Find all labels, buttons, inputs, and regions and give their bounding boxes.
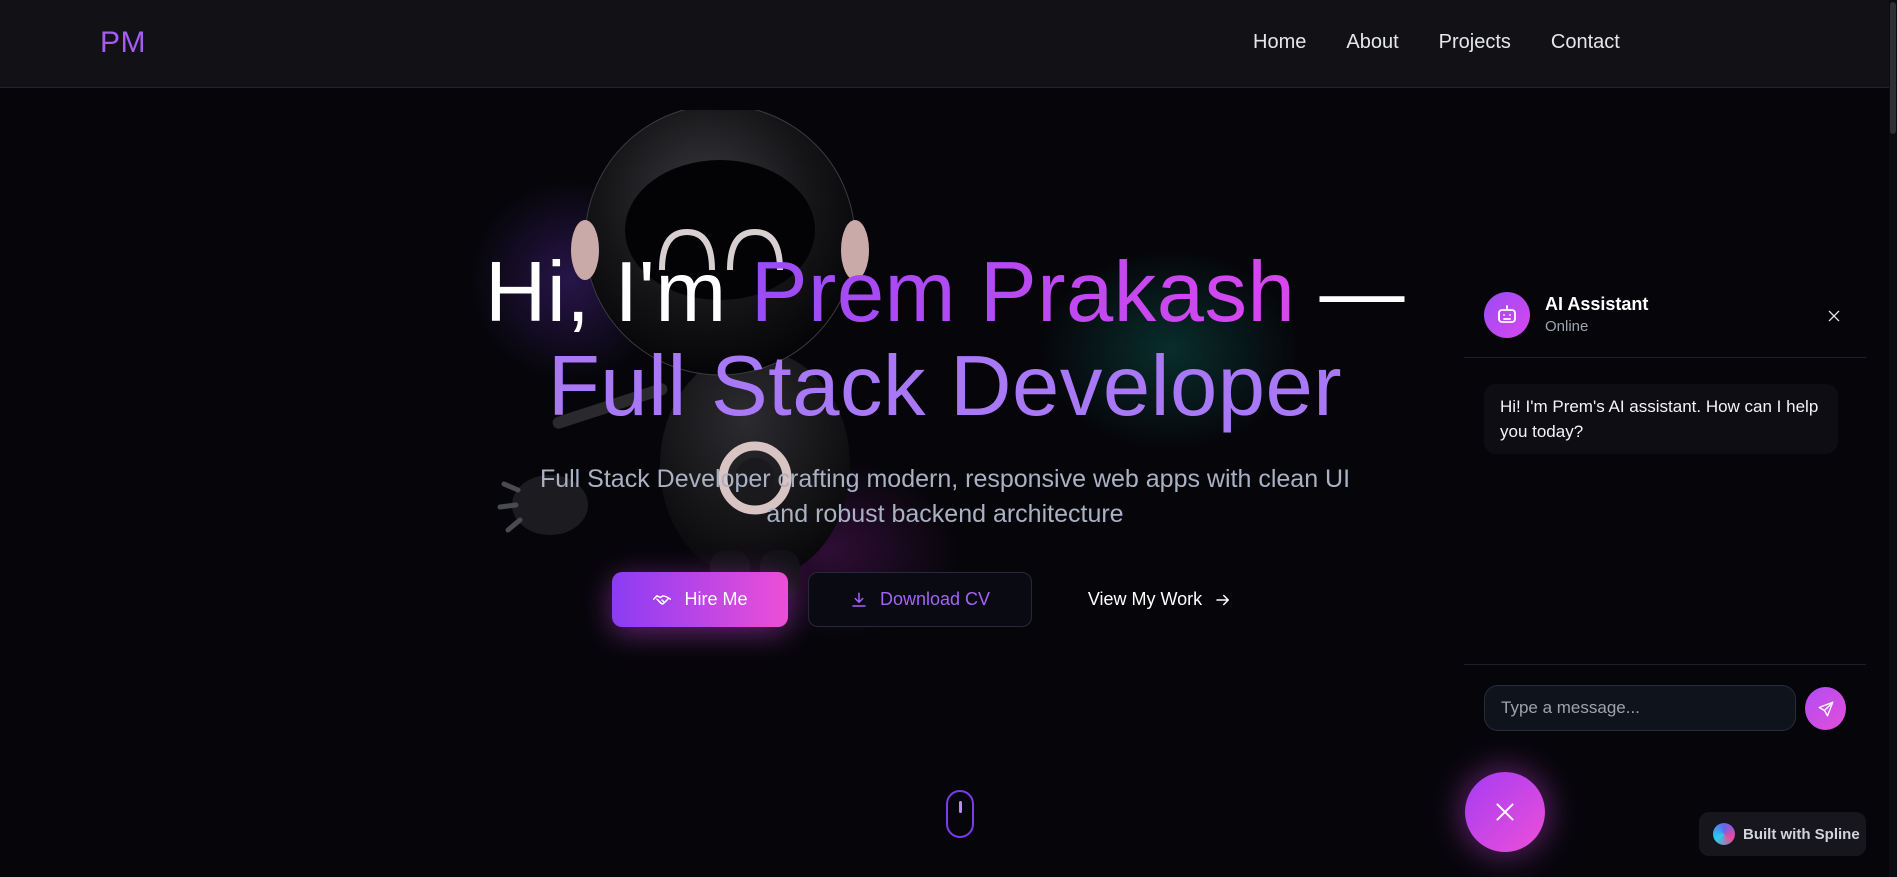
- mouse-scroll-wheel: [959, 801, 962, 813]
- download-icon: [852, 592, 866, 607]
- hero-dash: —: [1319, 245, 1405, 340]
- hero-role: Full Stack Developer: [547, 339, 1343, 434]
- top-navbar: PM Home About Projects Contact: [0, 0, 1897, 88]
- spline-badge-label: Built with Spline: [1743, 825, 1860, 843]
- view-my-work-label: View My Work: [1087, 589, 1203, 609]
- send-icon: [1818, 701, 1833, 716]
- hero-subtitle: Full Stack Developer crafting modern, re…: [520, 462, 1370, 532]
- nav-links: Home About Projects Contact: [1253, 31, 1620, 54]
- close-icon: [1496, 803, 1514, 821]
- mouse-scroll-icon[interactable]: [946, 790, 974, 838]
- chat-close-button[interactable]: [1820, 302, 1848, 330]
- spline-logo-icon: [1713, 823, 1735, 845]
- chat-send-button[interactable]: [1805, 687, 1846, 730]
- chat-title: AI Assistant: [1545, 294, 1649, 314]
- view-my-work-button[interactable]: View My Work: [1080, 572, 1240, 627]
- hero-heading: Hi, I'm Prem Prakash — Full Stack Develo…: [380, 246, 1510, 434]
- ai-chat-panel: AI Assistant Online Hi! I'm Prem's AI as…: [1464, 278, 1866, 732]
- hero-subtitle-line1: Full Stack Developer crafting modern, re…: [539, 465, 1351, 493]
- hire-me-label: Hire Me: [684, 589, 748, 609]
- chat-footer-divider: [1464, 664, 1866, 665]
- chat-message-bubble: Hi! I'm Prem's AI assistant. How can I h…: [1484, 384, 1838, 454]
- chat-header-divider: [1464, 357, 1866, 358]
- nav-link-contact[interactable]: Contact: [1551, 31, 1620, 54]
- nav-link-about[interactable]: About: [1346, 31, 1398, 54]
- close-icon: [1828, 310, 1840, 322]
- chat-avatar: [1484, 292, 1530, 338]
- download-cv-button[interactable]: Download CV: [808, 572, 1032, 627]
- arrow-right-icon: [1216, 594, 1230, 605]
- handshake-icon: [653, 594, 672, 605]
- chat-message-input[interactable]: [1484, 685, 1796, 731]
- chat-toggle-button[interactable]: [1465, 772, 1545, 852]
- hero-subtitle-line2: and robust backend architecture: [766, 500, 1124, 528]
- hire-me-button[interactable]: Hire Me: [612, 572, 788, 627]
- nav-link-home[interactable]: Home: [1253, 31, 1306, 54]
- robot-icon: [1498, 305, 1516, 323]
- page-scrollbar[interactable]: [1889, 0, 1897, 877]
- nav-link-projects[interactable]: Projects: [1439, 31, 1511, 54]
- download-cv-label: Download CV: [879, 589, 991, 609]
- built-with-spline-badge[interactable]: Built with Spline: [1699, 812, 1866, 856]
- hero-name: Prem Prakash: [750, 245, 1296, 340]
- chat-status: Online: [1545, 318, 1589, 335]
- site-logo[interactable]: PM: [100, 26, 146, 60]
- hero-greeting: Hi, I'm: [485, 245, 727, 340]
- scrollbar-thumb[interactable]: [1890, 2, 1896, 134]
